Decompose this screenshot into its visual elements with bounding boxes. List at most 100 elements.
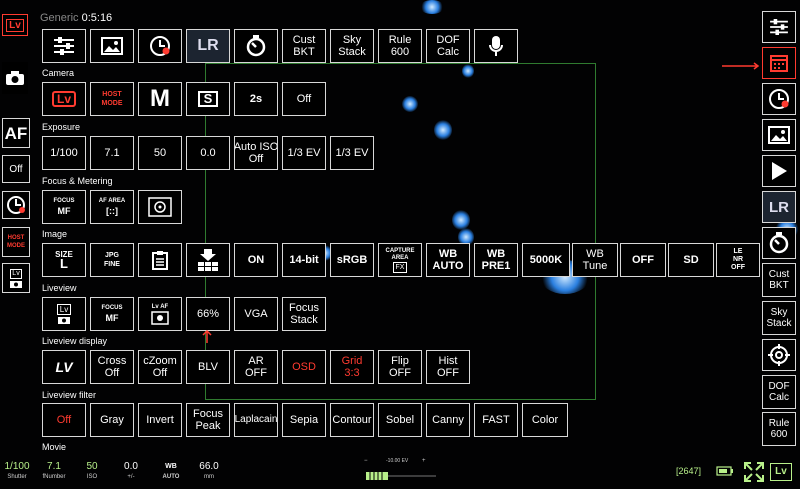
aperture-button[interactable]: 7.1 xyxy=(90,136,134,170)
sky-stack-side-button[interactable]: Sky Stack xyxy=(762,301,796,335)
timelapse-side-button[interactable] xyxy=(762,83,796,115)
blv-button[interactable]: BLV xyxy=(186,350,230,384)
sky-stack-button[interactable]: Sky Stack xyxy=(330,29,374,63)
download-grid-button[interactable] xyxy=(186,243,230,277)
fullscreen-icon[interactable] xyxy=(744,462,764,482)
filter-contour-button[interactable]: Contour xyxy=(330,403,374,437)
rule-600-button[interactable]: Rule 600 xyxy=(378,29,422,63)
status-fnumber[interactable]: 7.1 fNumber xyxy=(38,461,70,483)
lv-mode-button[interactable]: Lv xyxy=(42,82,86,116)
lv-af-button[interactable]: Lv AF xyxy=(138,297,182,331)
lv-capture-button[interactable]: Lv xyxy=(2,263,30,293)
lv-display-button[interactable]: LV xyxy=(42,350,86,384)
microphone-button[interactable] xyxy=(474,29,518,63)
auto-iso-button[interactable]: Auto ISO Off xyxy=(234,136,278,170)
af-off-button[interactable]: Off xyxy=(2,155,30,183)
play-side-button[interactable] xyxy=(762,155,796,187)
ev-step-button-2[interactable]: 1/3 EV xyxy=(330,136,374,170)
af-button[interactable]: AF xyxy=(2,118,30,148)
filter-sepia-button[interactable]: Sepia xyxy=(282,403,326,437)
sliders-button[interactable] xyxy=(42,29,86,63)
host-mode-button[interactable]: HOST MODE xyxy=(2,227,30,257)
image-off-button[interactable]: OFF xyxy=(620,243,666,277)
drive-mode-button[interactable]: S xyxy=(186,82,230,116)
wb-auto-button[interactable]: WB AUTO xyxy=(426,243,470,277)
image-side-button[interactable] xyxy=(762,119,796,151)
sliders-side-button[interactable] xyxy=(762,11,796,43)
timelapse-icon[interactable] xyxy=(2,191,30,219)
status-ev[interactable]: 0.0 +/- xyxy=(118,461,144,483)
exposure-mode-button[interactable]: M xyxy=(138,82,182,116)
long-exposure-nr-button[interactable]: LE NR OFF xyxy=(716,243,760,277)
dof-calc-button[interactable]: DOF Calc xyxy=(426,29,470,63)
cross-button[interactable]: Cross Off xyxy=(90,350,134,384)
grid-button[interactable]: Grid 3:3 xyxy=(330,350,374,384)
wb-pre1-button[interactable]: WB PRE1 xyxy=(474,243,518,277)
color-space-button[interactable]: sRGB xyxy=(330,243,374,277)
status-iso[interactable]: 50 ISO xyxy=(80,461,104,483)
filter-canny-button[interactable]: Canny xyxy=(426,403,470,437)
self-timer-button[interactable] xyxy=(234,29,278,63)
ev-button[interactable]: 0.0 xyxy=(186,136,230,170)
shutter-button[interactable]: 1/100 xyxy=(42,136,86,170)
timelapse-button[interactable] xyxy=(138,29,182,63)
lv-capture-button-2[interactable]: Lv xyxy=(42,297,86,331)
clipboard-button[interactable] xyxy=(138,243,182,277)
lv-focus-button[interactable]: FOCUS MF xyxy=(90,297,134,331)
camera-icon[interactable] xyxy=(2,62,28,94)
wb-tune-button[interactable]: WB Tune xyxy=(572,243,618,277)
cust-bkt-side-button[interactable]: Cust BKT xyxy=(762,263,796,297)
lr-timelapse-button[interactable]: LR xyxy=(186,29,230,63)
vga-button[interactable]: VGA xyxy=(234,297,278,331)
filter-laplacain-button[interactable]: Laplacain xyxy=(234,403,278,437)
crosshair-side-button[interactable] xyxy=(762,339,796,371)
dof-calc-side-button[interactable]: DOF Calc xyxy=(762,375,796,409)
timer-2s-button[interactable]: 2s xyxy=(234,82,278,116)
kelvin-button[interactable]: 5000K xyxy=(522,243,570,277)
filter-sobel-button[interactable]: Sobel xyxy=(378,403,422,437)
ev-meter-plus: + xyxy=(422,458,426,464)
calendar-side-button[interactable] xyxy=(762,47,796,79)
capture-area-button[interactable]: CAPTURE AREA FX xyxy=(378,243,422,277)
lv-status-button[interactable]: Lv xyxy=(770,463,792,481)
zoom-button[interactable]: 66% xyxy=(186,297,230,331)
lv-mode-label: Lv xyxy=(51,91,76,107)
iso-button[interactable]: 50 xyxy=(138,136,182,170)
image-size-button[interactable]: SIZE L xyxy=(42,243,86,277)
status-focal[interactable]: 66.0 mm xyxy=(194,461,224,483)
filter-fast-button[interactable]: FAST xyxy=(474,403,518,437)
focus-mode-button[interactable]: FOCUS MF xyxy=(42,190,86,224)
filter-focus-peak-button[interactable]: Focus Peak xyxy=(186,403,230,437)
filter-color-label: Color xyxy=(531,414,559,426)
ev-step-button[interactable]: 1/3 EV xyxy=(282,136,326,170)
host-label-2: MODE xyxy=(7,243,25,249)
sd-card-button[interactable]: SD xyxy=(668,243,714,277)
filter-invert-button[interactable]: Invert xyxy=(138,403,182,437)
on-button[interactable]: ON xyxy=(234,243,278,277)
czoom-button[interactable]: cZoom Off xyxy=(138,350,182,384)
filter-color-button[interactable]: Color xyxy=(522,403,568,437)
metering-button[interactable] xyxy=(138,190,182,224)
filter-off-button[interactable]: Off xyxy=(42,403,86,437)
focus-stack-button[interactable]: Focus Stack xyxy=(282,297,326,331)
jpg-quality-button[interactable]: JPG FINE xyxy=(90,243,134,277)
status-wb[interactable]: WB AUTO xyxy=(158,461,184,483)
flip-button[interactable]: Flip OFF xyxy=(378,350,422,384)
rule-600-side-button[interactable]: Rule 600 xyxy=(762,412,796,446)
osd-button[interactable]: OSD xyxy=(282,350,326,384)
filter-gray-button[interactable]: Gray xyxy=(90,403,134,437)
af-area-button[interactable]: AF AREA [::] xyxy=(90,190,134,224)
self-timer-side-button[interactable] xyxy=(762,227,796,259)
image-button[interactable] xyxy=(90,29,134,63)
host-mode-button-2[interactable]: HOST MODE xyxy=(90,82,134,116)
lv-button[interactable]: Lv xyxy=(2,14,28,36)
cust-bkt-button[interactable]: Cust BKT xyxy=(282,29,326,63)
wb-tune-label-1: WB xyxy=(586,248,604,260)
hist-button[interactable]: Hist OFF xyxy=(426,350,470,384)
czoom-label-2: Off xyxy=(152,367,168,379)
camera-off-button[interactable]: Off xyxy=(282,82,326,116)
status-shutter[interactable]: 1/100 Shutter xyxy=(0,461,34,483)
lr-timelapse-side-button[interactable]: LR xyxy=(762,191,796,223)
ar-button[interactable]: AR OFF xyxy=(234,350,278,384)
bit-depth-button[interactable]: 14-bit xyxy=(282,243,326,277)
